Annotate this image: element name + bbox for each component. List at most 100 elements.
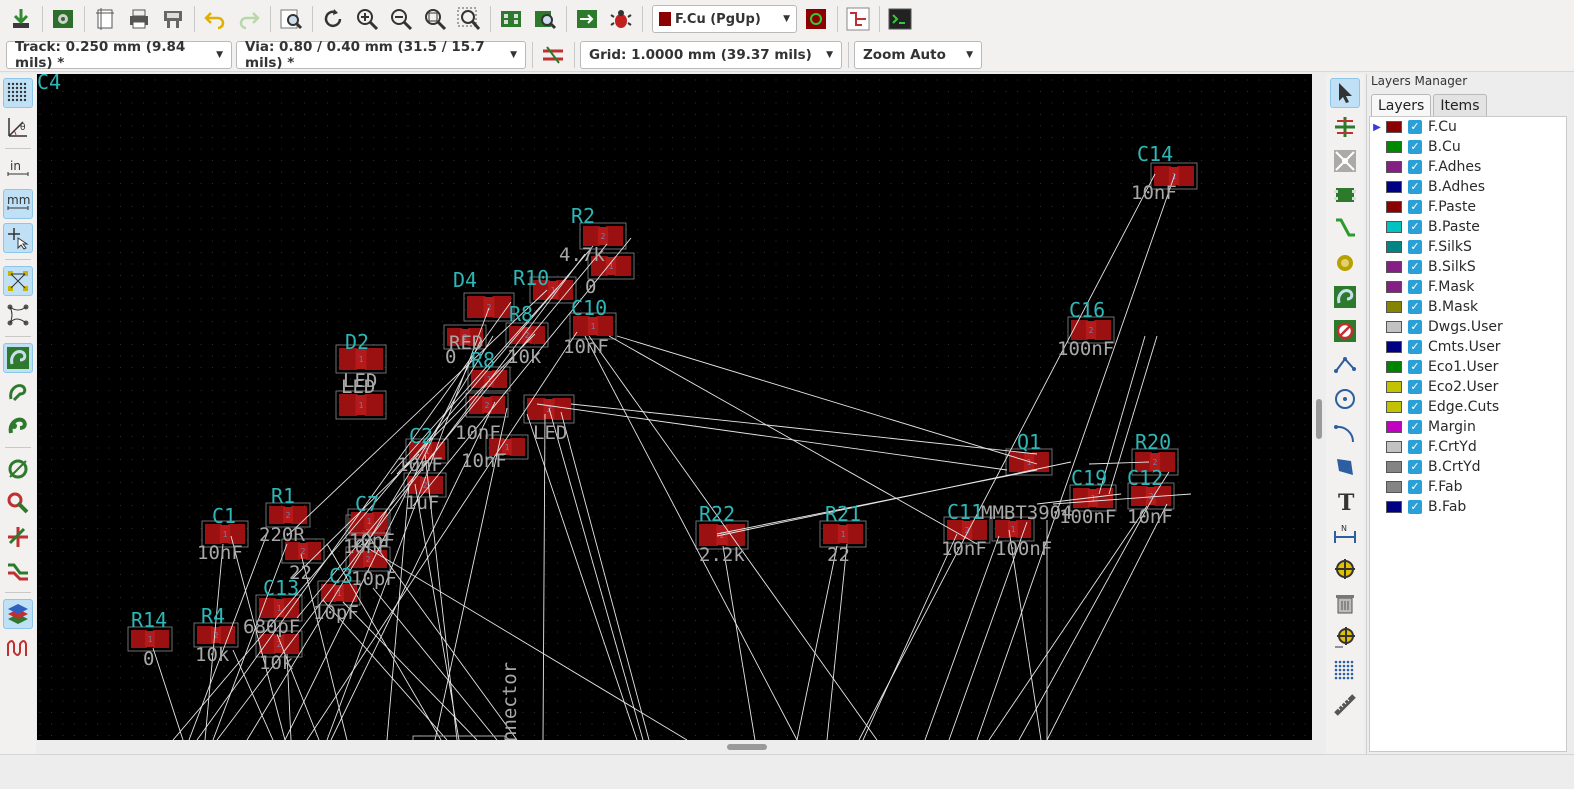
draw-arc-icon[interactable] [1330,418,1360,448]
layer-color-swatch[interactable] [1386,481,1402,493]
layer-color-swatch[interactable] [1386,221,1402,233]
layer-visibility-checkbox[interactable]: ✓ [1408,500,1422,514]
undo-icon[interactable] [200,4,230,34]
layer-row[interactable]: ✓ F.Adhes [1370,157,1566,177]
layer-row[interactable]: ✓ Edge.Cuts [1370,397,1566,417]
layer-color-swatch[interactable] [1386,121,1402,133]
layer-visibility-checkbox[interactable]: ✓ [1408,260,1422,274]
zoom-dropdown[interactable]: Zoom Auto ▼ [854,40,982,69]
add-zone-icon[interactable] [1330,282,1360,312]
add-footprint-icon[interactable] [1330,180,1360,210]
layer-row[interactable]: ✓ B.Cu [1370,137,1566,157]
zoom-fit-icon[interactable] [420,4,450,34]
draw-polygon-icon[interactable] [1330,452,1360,482]
layer-color-swatch[interactable] [1386,381,1402,393]
layer-row[interactable]: ✓ B.Adhes [1370,177,1566,197]
layer-color-swatch[interactable] [1386,141,1402,153]
layer-color-swatch[interactable] [1386,241,1402,253]
layer-visibility-checkbox[interactable]: ✓ [1408,480,1422,494]
redraw-icon[interactable] [318,4,348,34]
delete-icon[interactable] [1330,588,1360,618]
layer-row[interactable]: ✓ Margin [1370,417,1566,437]
layer-row[interactable]: ✓ F.CrtYd [1370,437,1566,457]
track-sketch-icon[interactable] [3,522,33,552]
schematic-icon[interactable] [843,4,873,34]
layer-color-swatch[interactable] [1386,161,1402,173]
layer-color-swatch[interactable] [1386,261,1402,273]
vertical-scrollbar[interactable] [1312,74,1326,740]
layer-visibility-checkbox[interactable]: ✓ [1408,400,1422,414]
auto-track-width-icon[interactable] [538,40,568,70]
add-target-icon[interactable] [1330,554,1360,584]
find-icon[interactable] [276,4,306,34]
show-ratsnest-icon[interactable] [3,266,33,296]
layers-manager-toggle-icon[interactable] [3,599,33,629]
layer-row[interactable]: ✓ B.CrtYd [1370,457,1566,477]
layer-row[interactable]: ✓ F.Mask [1370,277,1566,297]
via-size-dropdown[interactable]: Via: 0.80 / 0.40 mm (31.5 / 15.7 mils) *… [236,39,526,71]
layer-visibility-checkbox[interactable]: ✓ [1408,300,1422,314]
page-settings-icon[interactable] [90,4,120,34]
zoom-in-icon[interactable] [352,4,382,34]
layer-visibility-checkbox[interactable]: ✓ [1408,460,1422,474]
layer-visibility-checkbox[interactable]: ✓ [1408,120,1422,134]
footprint-editor-icon[interactable] [496,4,526,34]
layer-color-swatch[interactable] [1386,321,1402,333]
highlight-net-icon[interactable] [1330,112,1360,142]
footprint[interactable]: 2 [505,322,549,348]
horizontal-scrollbar[interactable] [37,740,1312,754]
plot-icon[interactable] [158,4,188,34]
layer-row[interactable]: ✓ Dwgs.User [1370,317,1566,337]
zone-outline-icon[interactable] [3,377,33,407]
curved-ratsnest-icon[interactable] [3,300,33,330]
drc-icon[interactable] [606,4,636,34]
layer-color-swatch[interactable] [1386,301,1402,313]
add-dimension-icon[interactable]: N [1330,520,1360,550]
layer-color-swatch[interactable] [1386,501,1402,513]
tab-items[interactable]: Items [1433,94,1487,117]
layer-visibility-checkbox[interactable]: ✓ [1408,320,1422,334]
layer-row[interactable]: ✓ Eco1.User [1370,357,1566,377]
layer-color-swatch[interactable] [1386,181,1402,193]
add-text-icon[interactable]: T [1330,486,1360,516]
place-origin-icon[interactable] [1330,622,1360,652]
board-drawing[interactable]: 121212121212121212121212121212121212 [37,74,1312,740]
zone-fill-icon[interactable] [3,411,33,441]
local-ratsnest-icon[interactable] [1330,146,1360,176]
layer-visibility-checkbox[interactable]: ✓ [1408,360,1422,374]
print-icon[interactable] [124,4,154,34]
units-mm-icon[interactable]: mm [3,189,33,219]
layer-color-swatch[interactable] [1386,441,1402,453]
via-sketch-icon[interactable] [3,488,33,518]
tab-layers[interactable]: Layers [1371,94,1432,117]
zoom-selection-icon[interactable] [454,4,484,34]
grid-toggle-icon[interactable] [3,78,33,108]
board-setup-icon[interactable] [48,4,78,34]
layer-select-dropdown[interactable]: F.Cu (PgUp) ▼ [652,5,797,33]
netlist-import-icon[interactable] [572,4,602,34]
layer-row[interactable]: ▶ ✓ F.Cu [1370,117,1566,137]
layer-visibility-checkbox[interactable]: ✓ [1408,440,1422,454]
pad-sketch-icon[interactable] [3,454,33,484]
scroll-thumb[interactable] [1316,399,1322,439]
draw-line-icon[interactable] [1330,350,1360,380]
layer-visibility-checkbox[interactable]: ✓ [1408,280,1422,294]
keepout-area-icon[interactable] [1330,316,1360,346]
layer-visibility-checkbox[interactable]: ✓ [1408,420,1422,434]
layer-row[interactable]: ✓ Cmts.User [1370,337,1566,357]
zoom-out-icon[interactable] [386,4,416,34]
layer-visibility-checkbox[interactable]: ✓ [1408,140,1422,154]
layer-color-swatch[interactable] [1386,461,1402,473]
layer-color-swatch[interactable] [1386,401,1402,413]
layer-color-swatch[interactable] [1386,281,1402,293]
layer-pair-icon[interactable] [801,4,831,34]
draw-circle-icon[interactable] [1330,384,1360,414]
footprint[interactable]: 2 [463,292,515,322]
cursor-shape-icon[interactable] [3,223,33,253]
scroll-thumb[interactable] [727,744,767,750]
layer-row[interactable]: ✓ F.Fab [1370,477,1566,497]
polar-coords-icon[interactable]: θ [3,112,33,142]
layer-row[interactable]: ✓ B.Fab [1370,497,1566,517]
layer-color-swatch[interactable] [1386,201,1402,213]
layer-color-swatch[interactable] [1386,361,1402,373]
